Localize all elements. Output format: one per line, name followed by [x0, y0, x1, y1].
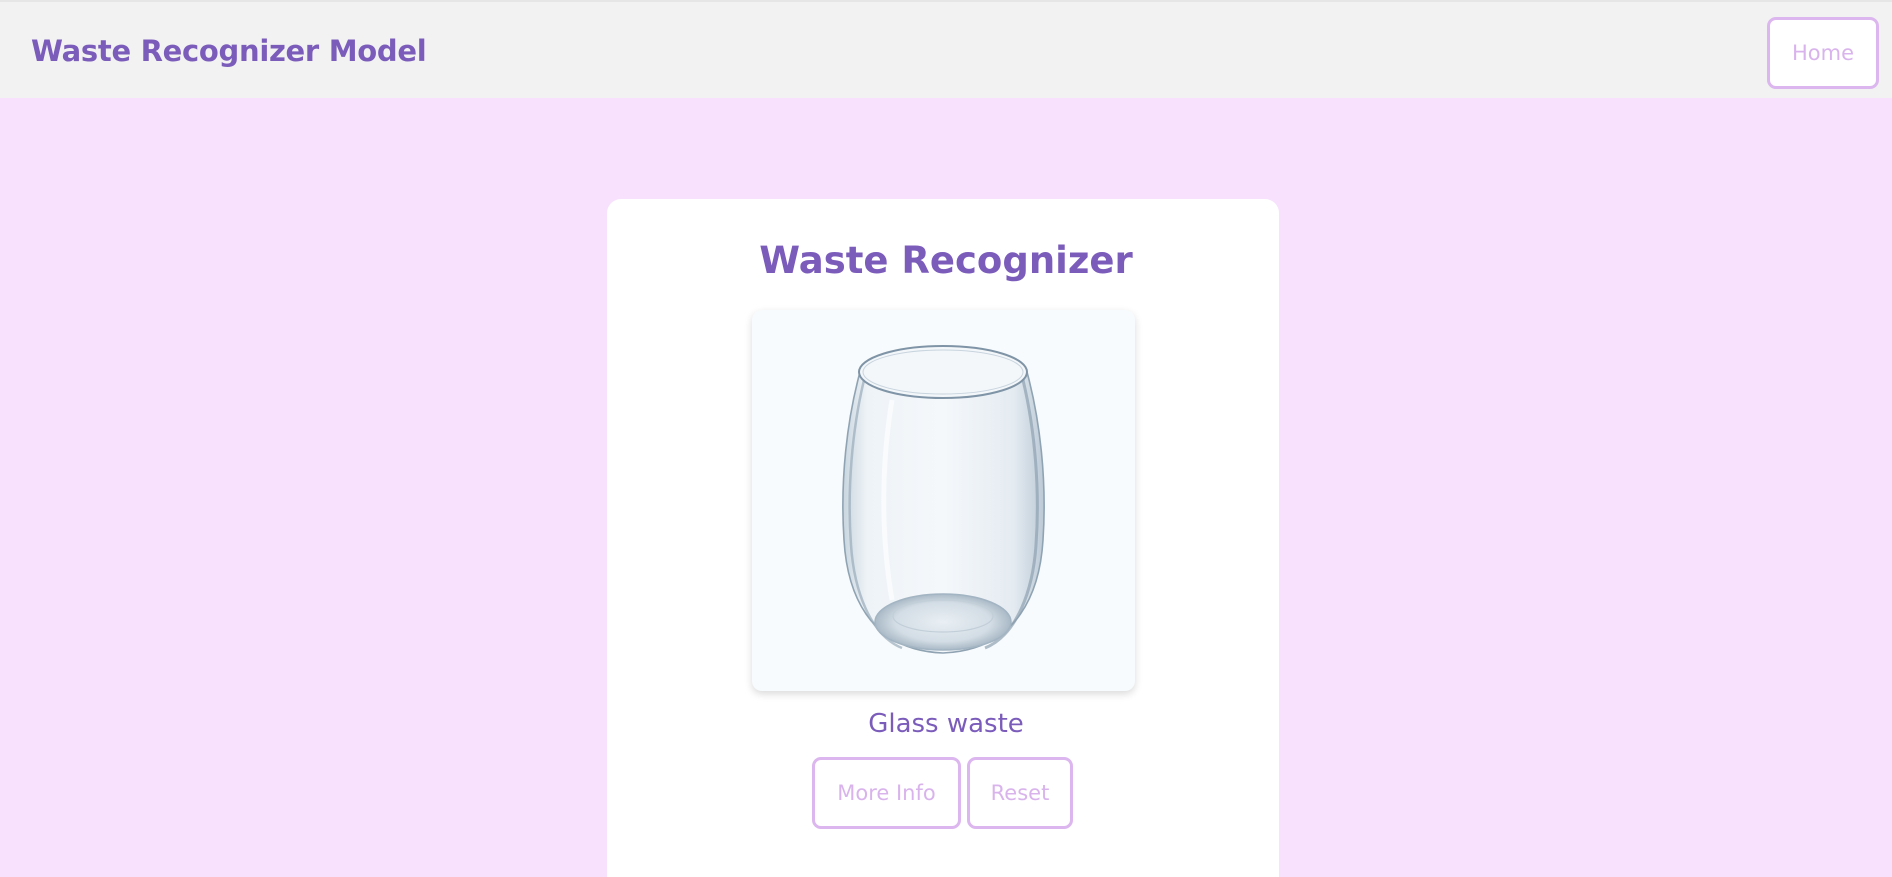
reset-button[interactable]: Reset — [967, 757, 1073, 829]
home-button[interactable]: Home — [1767, 17, 1879, 89]
card-title: Waste Recognizer — [759, 239, 1133, 282]
navbar: Waste Recognizer Model Home — [0, 0, 1892, 98]
uploaded-image — [752, 310, 1135, 691]
brand-title: Waste Recognizer Model — [31, 34, 427, 68]
prediction-result: Glass waste — [868, 709, 1024, 739]
glass-cup-image — [842, 345, 1045, 654]
more-info-button[interactable]: More Info — [812, 757, 961, 829]
